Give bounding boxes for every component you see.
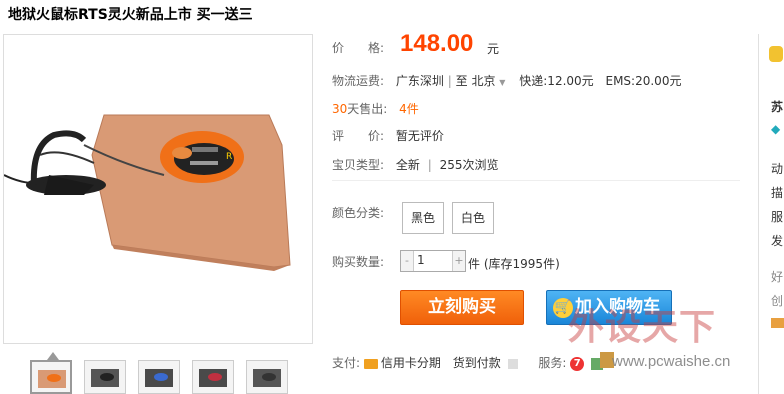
thumbnail-image: [253, 369, 281, 387]
shipping-from: 广东深圳: [395, 74, 444, 88]
wangwang-icon[interactable]: [771, 318, 784, 328]
thumbnail-4[interactable]: [192, 360, 234, 394]
mouse-with-pad-image: R: [4, 35, 312, 343]
review-value[interactable]: 暂无评价: [396, 129, 444, 143]
diamond-icon: ◆: [771, 122, 781, 136]
item-type-label: 宝贝类型:: [332, 158, 385, 172]
quantity-unit: 件: [468, 257, 481, 271]
sidebar-item-4: 服: [771, 210, 784, 224]
thumbnail-3[interactable]: [138, 360, 180, 394]
chevron-down-icon: ▼: [499, 78, 506, 87]
sidebar-item-1[interactable]: 苏: [771, 98, 783, 115]
quantity-stock-info: 件 (库存1995件): [468, 255, 560, 272]
quantity-stepper: - 1 +: [400, 250, 466, 272]
quantity-increase-button[interactable]: +: [452, 251, 465, 271]
shipping-express: 快递:12.00元: [519, 74, 594, 88]
sidebar-item-6: 好: [771, 270, 784, 284]
sales-days: 30: [332, 102, 348, 116]
quantity-label: 购买数量:: [332, 255, 385, 269]
product-title: 地狱火鼠标RTS灵火新品上市 买一送三: [8, 7, 253, 23]
payment-row: 支付: 信用卡分期 货到付款 服务: 7: [332, 354, 606, 371]
color-label: 颜色分类:: [332, 206, 385, 220]
quantity-input[interactable]: 1: [417, 253, 425, 267]
add-to-cart-label: 加入购物车: [575, 297, 660, 317]
review-label: 评 价:: [332, 129, 385, 143]
product-main-image[interactable]: R: [3, 34, 313, 344]
price-label: 价 格:: [332, 41, 385, 55]
add-to-cart-button[interactable]: 🛒 加入购物车: [546, 290, 672, 325]
item-views: 255次浏览: [439, 158, 499, 172]
thumbnail-image: [38, 370, 66, 388]
shipping-ems: EMS:20.00元: [605, 74, 682, 88]
shipping-label: 物流运费:: [332, 74, 385, 88]
sales-label: 天售出:: [347, 102, 388, 116]
thumbnail-image: [199, 369, 227, 387]
thumbnail-image: [145, 369, 173, 387]
shipping-destination-select[interactable]: 北京 ▼: [471, 74, 509, 88]
cart-icon: 🛒: [553, 298, 573, 318]
thumbnail-2[interactable]: [84, 360, 126, 394]
thumbnail-image: [91, 369, 119, 387]
thumbnail-pointer-icon: [47, 352, 59, 360]
sales-row: 30天售出: 4件: [332, 100, 419, 117]
shipping-to-prefix: 至: [455, 74, 468, 88]
price-value: 148.00: [400, 30, 474, 57]
item-type-separator: |: [427, 158, 432, 172]
quantity-decrease-button[interactable]: -: [401, 251, 414, 271]
svg-text:R: R: [226, 152, 232, 162]
shipping-separator: |: [447, 74, 452, 88]
price-unit: 元: [487, 42, 500, 56]
shipping-row: 物流运费: 广东深圳 | 至 北京 ▼ 快递:12.00元 EMS:20.00元: [332, 72, 681, 89]
shop-sidebar: 苏 ◆ 动 描 服 发 好 创: [758, 34, 784, 394]
item-type-row: 宝贝类型: 全新 | 255次浏览: [332, 156, 499, 173]
divider: [332, 180, 740, 181]
review-row: 评 价: 暂无评价: [332, 127, 444, 144]
sidebar-item-7: 创: [771, 294, 784, 308]
quantity-stock: (库存1995件): [483, 257, 560, 271]
dropdown-icon[interactable]: [507, 358, 518, 369]
shipping-destination: 北京: [471, 74, 496, 88]
payment-label: 支付:: [332, 356, 361, 370]
payment-cod[interactable]: 货到付款: [453, 356, 501, 370]
service-label: 服务:: [538, 356, 567, 370]
shop-logo-icon: [769, 46, 783, 62]
sales-value: 4件: [399, 102, 419, 116]
thumbnail-5[interactable]: [246, 360, 288, 394]
color-option-black[interactable]: 黑色: [402, 202, 444, 234]
color-option-white[interactable]: 白色: [452, 202, 494, 234]
payment-credit[interactable]: 信用卡分期: [381, 356, 441, 370]
seven-day-return-icon[interactable]: 7: [570, 356, 585, 371]
item-condition: 全新: [395, 158, 420, 172]
sidebar-item-5: 发: [771, 234, 784, 248]
sidebar-item-3: 描: [771, 186, 784, 200]
thumbnail-1[interactable]: [30, 360, 72, 394]
credit-card-icon: [363, 358, 378, 369]
watermark-url: www.pcwaishe.cn: [612, 353, 731, 370]
sidebar-item-2: 动: [771, 162, 784, 176]
buy-now-button[interactable]: 立刻购买: [400, 290, 524, 325]
